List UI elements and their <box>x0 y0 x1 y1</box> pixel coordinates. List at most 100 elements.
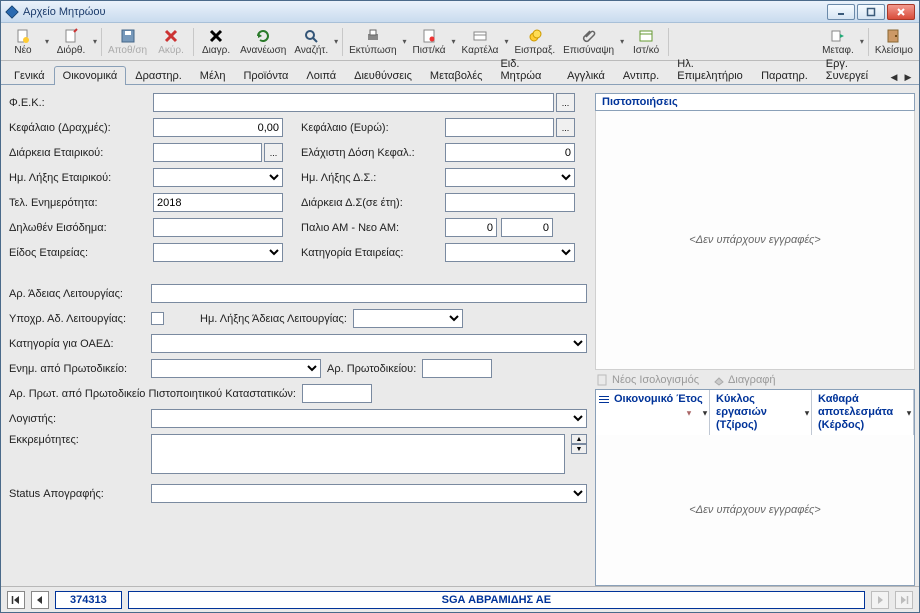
toolbar-Διόρθ.[interactable]: Διόρθ. <box>51 27 91 57</box>
tab-7[interactable]: Μεταβολές <box>421 66 492 85</box>
kefalaio-eur-input[interactable] <box>445 118 554 137</box>
tab-0[interactable]: Γενικά <box>5 66 54 85</box>
kefalaio-eur-lookup[interactable]: ... <box>556 118 575 137</box>
toolbar-Πιστ/κά-dd[interactable]: ▾ <box>450 24 458 60</box>
toolbar-Επισύναψη-dd[interactable]: ▾ <box>618 24 626 60</box>
lixi-adeias-label: Ημ. Λήξης Άδειας Λειτουργίας: <box>200 313 347 325</box>
del-icon <box>208 28 224 44</box>
ekkrem-down[interactable]: ▼ <box>571 444 587 454</box>
tel-enim-input[interactable] <box>153 193 283 212</box>
col-year-dd[interactable]: ▾ <box>703 406 707 419</box>
tab-12[interactable]: Παρατηρ. <box>752 66 817 85</box>
lixi-et-select[interactable] <box>153 168 283 187</box>
toolbar-Νέο-dd[interactable]: ▾ <box>43 24 51 60</box>
nav-last[interactable] <box>895 591 913 609</box>
palio-am-input[interactable] <box>445 218 497 237</box>
print-icon <box>365 28 381 44</box>
maximize-button[interactable] <box>857 4 885 20</box>
toolbar-Ανανέωση[interactable]: Ανανέωση <box>236 27 290 57</box>
toolbar-Ιστ/κό[interactable]: Ιστ/κό <box>626 27 666 57</box>
ar-proto-input[interactable] <box>422 359 492 378</box>
toolbar-Μεταφ.[interactable]: Μεταφ. <box>818 27 858 57</box>
diarkeia-et-lookup[interactable]: ... <box>264 143 283 162</box>
ar-adeias-label: Αρ. Άδειας Λειτουργίας: <box>9 288 145 300</box>
tab-9[interactable]: Αγγλικά <box>558 66 614 85</box>
toolbar-Αναζήτ.-dd[interactable]: ▾ <box>332 24 340 60</box>
new-balance-button[interactable]: Νέος Ισολογισμός <box>597 374 699 386</box>
doc-icon <box>597 374 609 386</box>
toolbar-Εκτύπωση[interactable]: Εκτύπωση <box>345 27 400 57</box>
toolbar-Εισπραξ.[interactable]: Εισπραξ. <box>510 27 559 57</box>
lixi-adeias-select[interactable] <box>353 309 463 328</box>
tab-scroll-right[interactable]: ▶ <box>901 70 915 84</box>
toolbar-Επισύναψη[interactable]: Επισύναψη <box>559 27 618 57</box>
status-select[interactable] <box>151 484 587 503</box>
nav-prev[interactable] <box>31 591 49 609</box>
min-dosi-input[interactable] <box>445 143 575 162</box>
tab-3[interactable]: Μέλη <box>191 66 235 85</box>
ar-prot-long-input[interactable] <box>302 384 372 403</box>
kathg-select[interactable] <box>445 243 575 262</box>
card-icon <box>472 28 488 44</box>
lixi-ds-select[interactable] <box>445 168 575 187</box>
toolbar-Ακύρ.: Ακύρ. <box>151 27 191 57</box>
toolbar-Διόρθ.-dd[interactable]: ▾ <box>91 24 99 60</box>
balance-empty: <Δεν υπάρχουν εγγραφές> <box>596 435 914 585</box>
oaed-select[interactable] <box>151 334 587 353</box>
delete-balance-button[interactable]: Διαγραφή <box>713 374 776 386</box>
tab-11[interactable]: Ηλ. Επιμελητήριο <box>668 54 752 85</box>
toolbar-Πιστ/κά[interactable]: Πιστ/κά <box>409 27 450 57</box>
toolbar-Διαγρ.[interactable]: Διαγρ. <box>196 27 236 57</box>
neo-am-input[interactable] <box>501 218 553 237</box>
tab-1[interactable]: Οικονομικά <box>54 66 127 85</box>
refresh-icon <box>255 28 271 44</box>
tab-10[interactable]: Αντιπρ. <box>614 66 668 85</box>
ypoxr-checkbox[interactable] <box>151 312 164 325</box>
toolbar-Κλείσιμο[interactable]: Κλείσιμο <box>871 27 917 57</box>
minimize-button[interactable] <box>827 4 855 20</box>
ar-proto-label: Αρ. Πρωτοδικείου: <box>327 363 416 375</box>
status-label: Status Απογραφής: <box>9 488 145 500</box>
eidos-select[interactable] <box>153 243 283 262</box>
kefalaio-drx-input[interactable] <box>153 118 283 137</box>
balance-table: Οικονομικό Έτος▾ Κύκλος εργασιών (Τζίρος… <box>595 389 915 586</box>
doc-new-icon <box>15 28 31 44</box>
fek-input[interactable] <box>153 93 554 112</box>
col-turnover-dd[interactable]: ▾ <box>805 406 809 419</box>
eisodima-input[interactable] <box>153 218 283 237</box>
toolbar-Καρτέλα[interactable]: Καρτέλα <box>458 27 503 57</box>
tab-5[interactable]: Λοιπά <box>297 66 345 85</box>
col-year[interactable]: Οικονομικό Έτος▾ <box>596 390 710 435</box>
kefalaio-eur-label: Κεφάλαιο (Ευρώ): <box>301 122 441 134</box>
toolbar-Αναζήτ.[interactable]: Αναζήτ. <box>290 27 332 57</box>
eidos-label: Είδος Εταιρείας: <box>9 247 149 259</box>
tab-4[interactable]: Προϊόντα <box>234 66 297 85</box>
tab-scroll-left[interactable]: ◀ <box>887 70 901 84</box>
ekkrem-textarea[interactable] <box>151 434 565 474</box>
diarkeia-et-input[interactable] <box>153 143 262 162</box>
enim-proto-select[interactable] <box>151 359 321 378</box>
ar-adeias-input[interactable] <box>151 284 587 303</box>
tab-2[interactable]: Δραστηρ. <box>126 66 191 85</box>
oaed-label: Κατηγορία για ΟΑΕΔ: <box>9 338 145 350</box>
logistis-select[interactable] <box>151 409 587 428</box>
cancel-icon <box>163 28 179 44</box>
fek-lookup-button[interactable]: ... <box>556 93 575 112</box>
nav-first[interactable] <box>7 591 25 609</box>
toolbar-Εκτύπωση-dd[interactable]: ▾ <box>401 24 409 60</box>
col-profit[interactable]: Καθαρά αποτελεσμάτα (Κέρδος)▾ <box>812 390 914 435</box>
cert-panel-title: Πιστοποιήσεις <box>595 93 915 111</box>
hist-icon <box>638 28 654 44</box>
col-profit-dd[interactable]: ▾ <box>907 406 911 419</box>
close-button[interactable] <box>887 4 915 20</box>
diarkeia-ds-input[interactable] <box>445 193 575 212</box>
nav-next[interactable] <box>871 591 889 609</box>
fek-label: Φ.Ε.Κ.: <box>9 97 149 109</box>
toolbar-Νέο[interactable]: Νέο <box>3 27 43 57</box>
tab-6[interactable]: Διευθύνσεις <box>345 66 421 85</box>
lixi-ds-label: Ημ. Λήξης Δ.Σ.: <box>301 172 441 184</box>
col-turnover[interactable]: Κύκλος εργασιών (Τζίρος)▾ <box>710 390 812 435</box>
tab-8[interactable]: Ειδ. Μητρώα <box>491 54 558 85</box>
tab-13[interactable]: Εργ. Συνεργεί <box>817 54 887 85</box>
ekkrem-up[interactable]: ▲ <box>571 434 587 444</box>
